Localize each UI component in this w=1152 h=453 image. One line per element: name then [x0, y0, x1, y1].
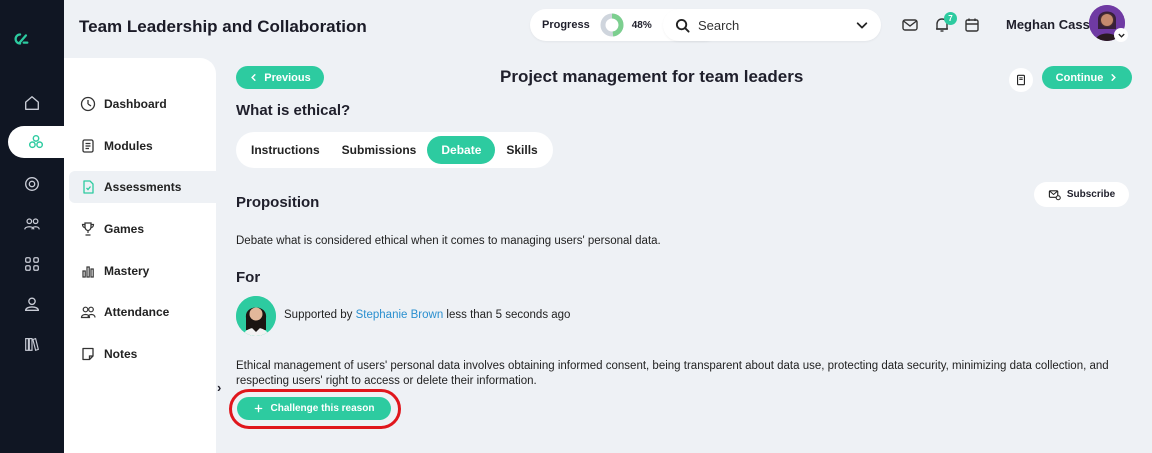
nav-label: Dashboard	[104, 97, 167, 111]
supporter-name-link[interactable]: Stephanie Brown	[356, 309, 444, 321]
bar-chart-icon	[82, 266, 94, 278]
grid-icon[interactable]	[20, 252, 44, 276]
notes-icon	[82, 347, 94, 361]
course-sidenav: Dashboard Modules Assessments Games Mast…	[64, 58, 216, 453]
supported-time: less than 5 seconds ago	[446, 309, 571, 321]
library-icon[interactable]	[20, 332, 44, 356]
challenge-label: Challenge this reason	[270, 403, 375, 414]
book-icon[interactable]	[1009, 68, 1033, 92]
nav-label: Mastery	[104, 264, 150, 278]
supported-by-text: Supported by	[284, 309, 353, 321]
chevron-down-icon[interactable]	[855, 18, 869, 32]
app-rail	[0, 0, 72, 453]
nav-label: Attendance	[104, 305, 170, 319]
modules-icon	[82, 139, 94, 153]
supported-by-line: Supported by Stephanie Brown less than 5…	[284, 309, 570, 321]
page-title: Project management for team leaders	[500, 67, 804, 86]
proposition-heading: Proposition	[236, 194, 320, 211]
tab-submissions[interactable]: Submissions	[331, 136, 428, 164]
dashboard-icon	[80, 96, 96, 112]
chevron-right-icon	[1111, 74, 1117, 81]
user-icon[interactable]	[20, 292, 44, 316]
main-content: Previous Project management for team lea…	[216, 56, 1152, 453]
home-icon[interactable]	[20, 91, 44, 115]
previous-button[interactable]: Previous	[236, 66, 324, 89]
app-logo[interactable]	[12, 30, 52, 62]
team-icon[interactable]	[20, 212, 44, 236]
search-box[interactable]	[663, 9, 881, 41]
account-menu-chevron-icon[interactable]	[1114, 28, 1128, 42]
trophy-icon	[81, 222, 95, 236]
previous-label: Previous	[264, 71, 311, 84]
nav-item-assessments[interactable]: Assessments	[69, 171, 216, 203]
progress-label: Progress	[542, 19, 590, 31]
continue-label: Continue	[1055, 71, 1104, 84]
nav-item-notes[interactable]: Notes	[69, 338, 216, 370]
target-icon[interactable]	[20, 172, 44, 196]
subscribe-label: Subscribe	[1066, 189, 1116, 200]
tab-debate[interactable]: Debate	[427, 136, 496, 164]
plus-icon	[254, 404, 262, 413]
nav-label: Notes	[104, 347, 138, 361]
assessment-question: What is ethical?	[236, 102, 351, 119]
notification-badge: 7	[944, 12, 957, 25]
mail-icon[interactable]	[901, 16, 919, 34]
progress-ring-icon	[600, 13, 624, 37]
nav-item-games[interactable]: Games	[69, 213, 216, 245]
continue-button[interactable]: Continue	[1042, 66, 1132, 89]
course-title: Team Leadership and Collaboration	[79, 17, 367, 36]
progress-percent: 48%	[631, 19, 652, 31]
user-name[interactable]: Meghan Cass	[1006, 17, 1090, 32]
nav-label: Games	[104, 222, 145, 236]
proposition-text: Debate what is considered ethical when i…	[236, 235, 661, 247]
nav-item-attendance[interactable]: Attendance	[69, 296, 216, 328]
assessment-tabs: Instructions Submissions Debate Skills	[236, 132, 553, 168]
tab-skills[interactable]: Skills	[495, 136, 548, 164]
nav-item-modules[interactable]: Modules	[69, 130, 216, 162]
calendar-icon[interactable]	[963, 16, 981, 34]
attendance-icon	[80, 306, 96, 319]
assessments-icon	[83, 180, 94, 194]
search-icon	[675, 18, 690, 33]
subscribe-button[interactable]: Subscribe	[1034, 182, 1129, 207]
subscribe-icon	[1048, 190, 1061, 201]
supporter-avatar[interactable]	[236, 296, 276, 336]
nav-label: Assessments	[104, 180, 182, 194]
nav-label: Modules	[104, 139, 153, 153]
tab-instructions[interactable]: Instructions	[240, 136, 331, 164]
nav-item-dashboard[interactable]: Dashboard	[69, 88, 216, 120]
nav-item-mastery[interactable]: Mastery	[69, 255, 216, 287]
top-header: Team Leadership and Collaboration Progre…	[64, 0, 1152, 56]
chevron-left-icon	[251, 74, 256, 81]
for-heading: For	[236, 269, 261, 286]
modules-cluster-icon[interactable]	[8, 126, 72, 158]
reason-text: Ethical management of users' personal da…	[236, 360, 1109, 387]
challenge-reason-button[interactable]: Challenge this reason	[237, 397, 391, 420]
search-input[interactable]	[698, 17, 838, 33]
